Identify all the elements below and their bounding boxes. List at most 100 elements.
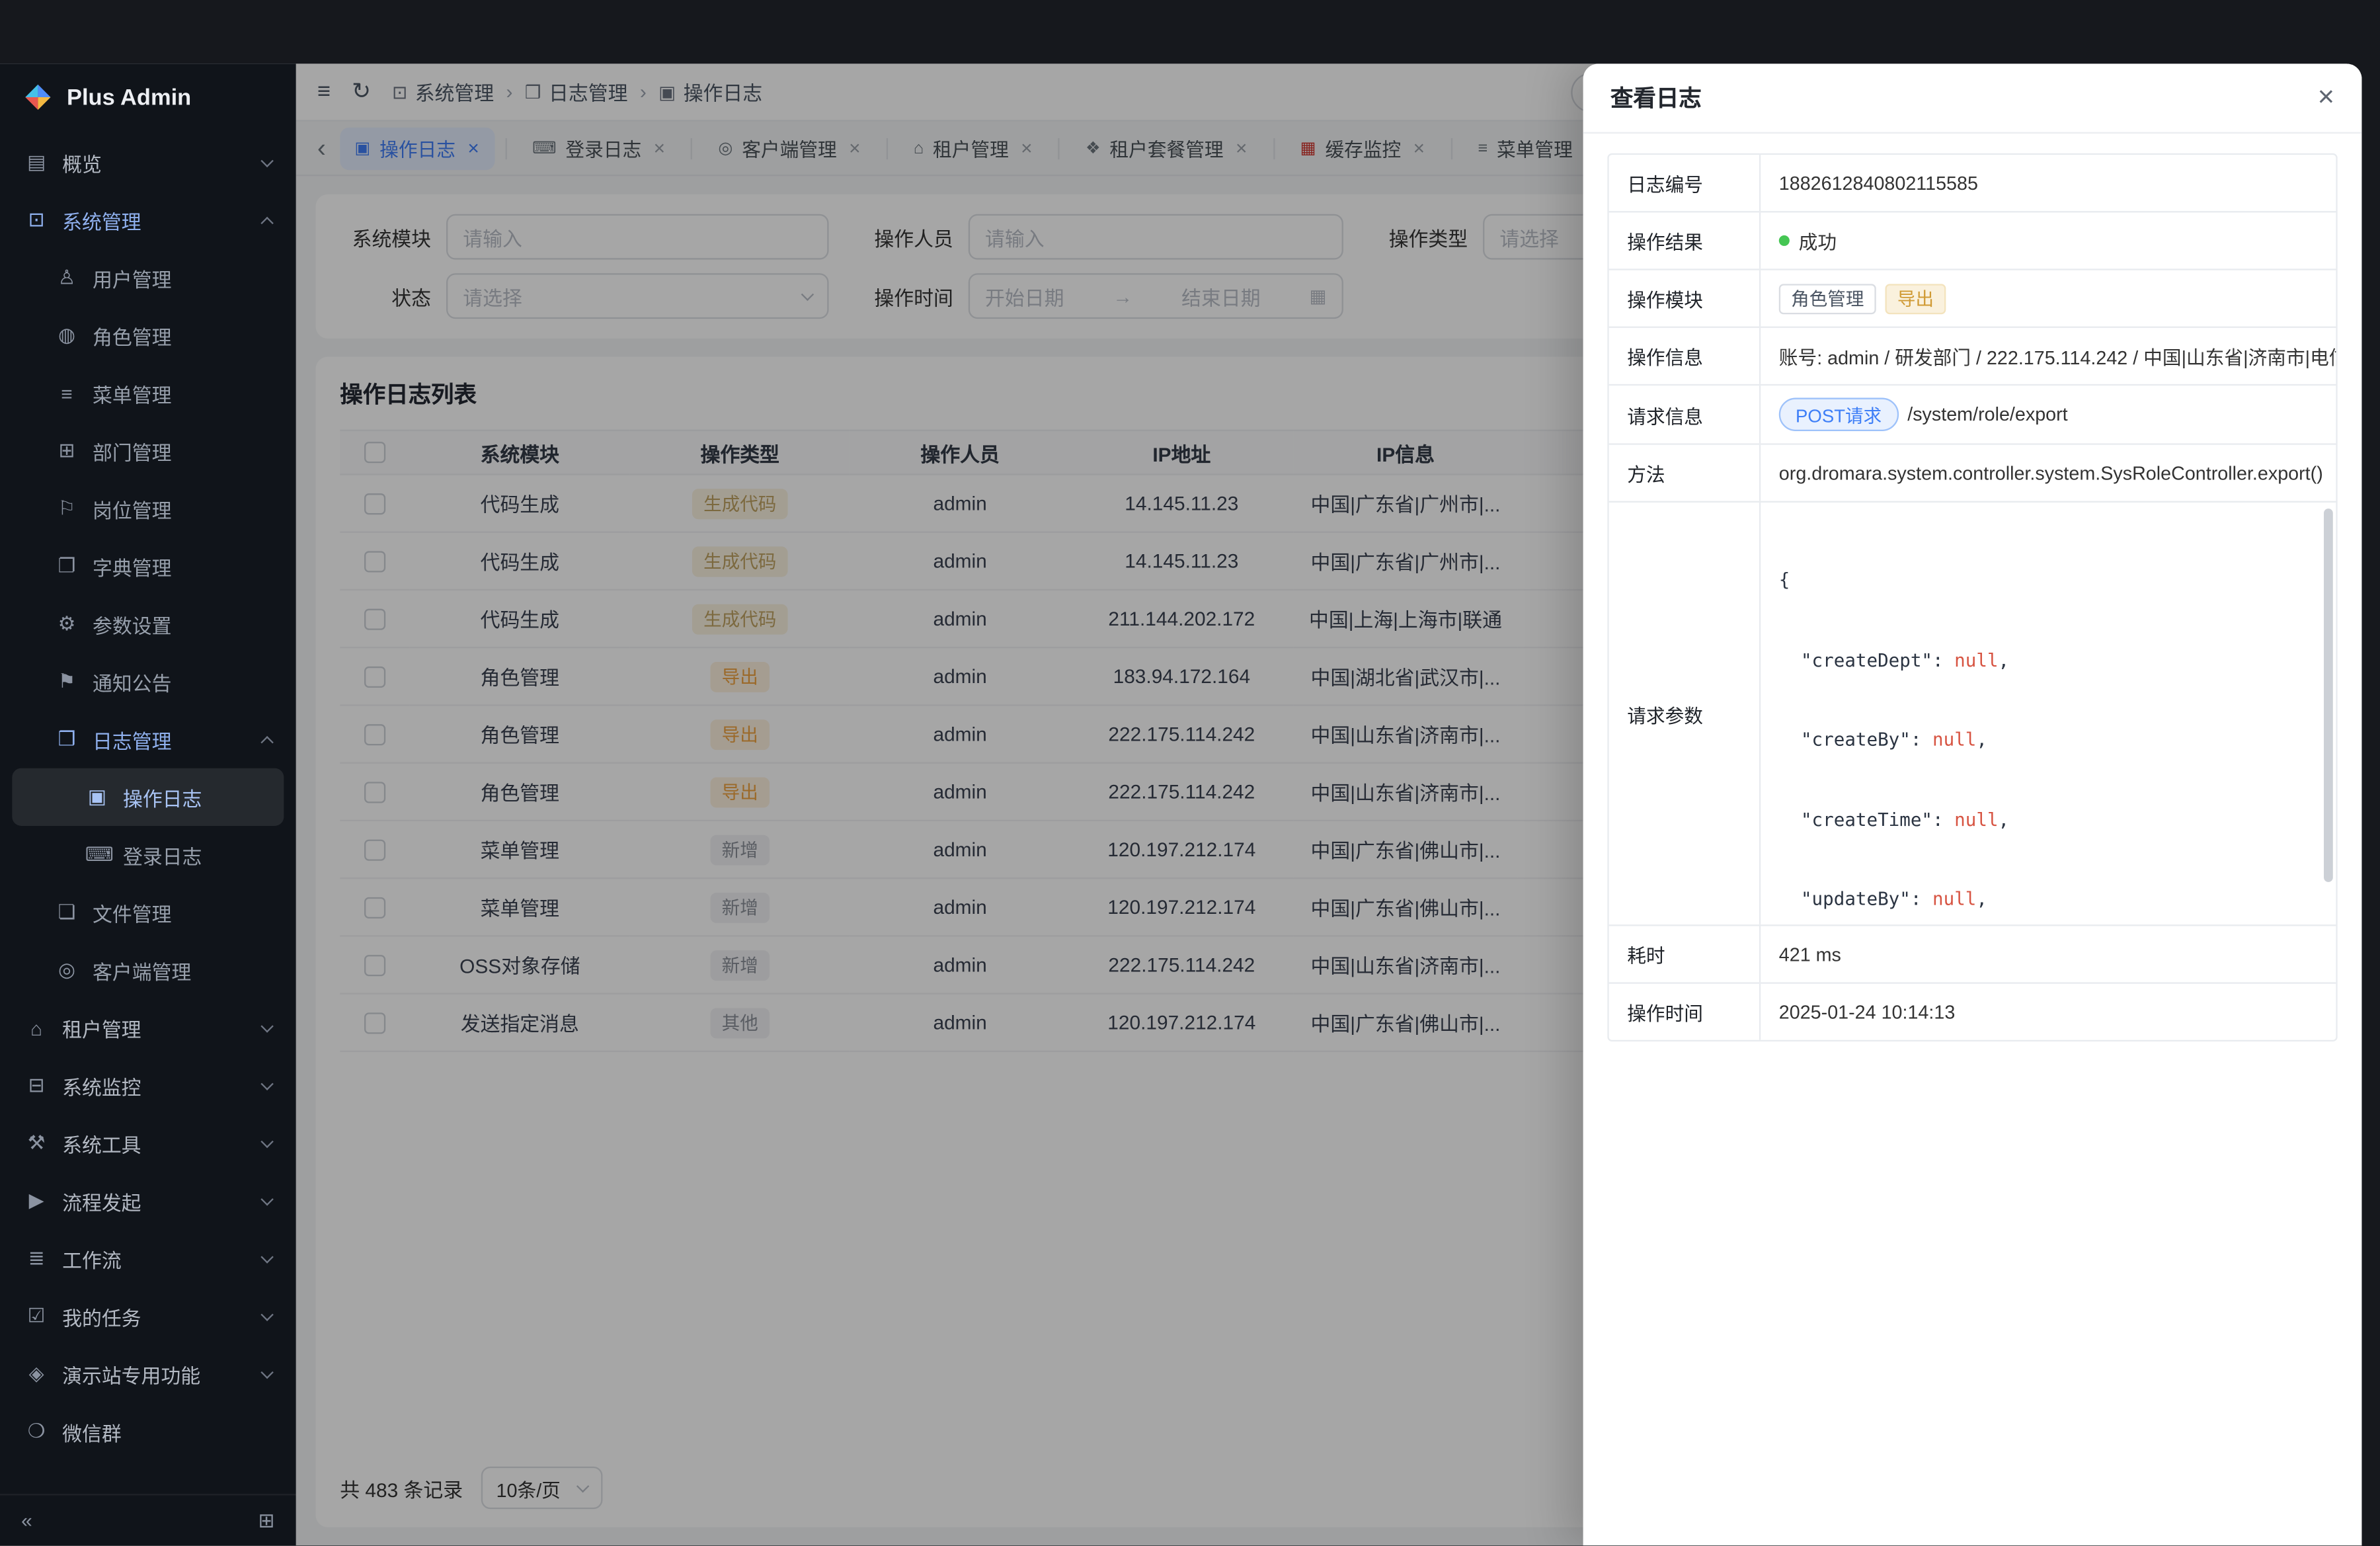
sidebar-item-label: 菜单管理 <box>93 379 171 408</box>
sidebar-item-label: 文件管理 <box>93 898 171 927</box>
log-id-value: 1882612840802115585 <box>1761 155 2336 211</box>
sidebar-item-param-settings[interactable]: ⚙ 参数设置 <box>12 595 284 653</box>
login-log-icon: ⌨ <box>85 842 110 867</box>
operation-info-value: 账号: admin / 研发部门 / 222.175.114.242 / 中国|… <box>1761 328 2336 384</box>
app-window: Plus Admin ▤ 概览 ⊡ 系统管理 ♙ 用户管理 ◍ 角色管理 ≡菜单管理 ⊞… <box>0 63 2361 1545</box>
sidebar-item-dict-management[interactable]: ❐ 字典管理 <box>12 538 284 595</box>
pin-layout-icon[interactable]: ⊞ <box>258 1508 275 1533</box>
sidebar-item-system-management[interactable]: ⊡ 系统管理 <box>12 191 284 249</box>
sidebar-item-label: 概览 <box>62 148 102 177</box>
field-label: 请求参数 <box>1609 503 1761 924</box>
client-icon: ◎ <box>55 958 79 983</box>
role-icon: ◍ <box>55 323 79 348</box>
sidebar-item-label: 操作日志 <box>123 783 202 812</box>
sidebar-item-role-management[interactable]: ◍ 角色管理 <box>12 307 284 364</box>
method-value: org.dromara.system.controller.system.Sys… <box>1761 445 2336 501</box>
sidebar-item-system-tools[interactable]: ⚒系统工具 <box>12 1114 284 1172</box>
operation-time-value: 2025-01-24 10:14:13 <box>1761 984 2336 1040</box>
close-icon[interactable]: × <box>2318 83 2335 112</box>
field-label: 操作时间 <box>1609 984 1761 1040</box>
sidebar-item-wechat-group[interactable]: ❍微信群 <box>12 1403 284 1460</box>
sidebar-item-my-tasks[interactable]: ☑我的任务 <box>12 1287 284 1345</box>
sidebar-item-label: 演示站专用功能 <box>62 1360 200 1389</box>
module-tag: 角色管理 <box>1779 283 1876 313</box>
sidebar-item-tenant-management[interactable]: ⌂ 租户管理 <box>12 999 284 1057</box>
post-method-tag: POST请求 <box>1779 398 1899 432</box>
wechat-icon: ❍ <box>24 1420 49 1444</box>
result-value: 成功 <box>1799 226 1837 255</box>
field-label: 请求信息 <box>1609 386 1761 443</box>
sidebar-item-system-monitor[interactable]: ⊟ 系统监控 <box>12 1057 284 1114</box>
sidebar-item-label: 租户管理 <box>62 1014 141 1043</box>
sidebar-item-client-management[interactable]: ◎ 客户端管理 <box>12 941 284 998</box>
sidebar-footer: « ⊞ <box>0 1494 296 1545</box>
request-params-json[interactable]: { "createDept": null, "createBy": null, … <box>1779 514 2318 913</box>
request-params-cell: { "createDept": null, "createBy": null, … <box>1761 503 2336 924</box>
field-label: 日志编号 <box>1609 155 1761 211</box>
duration-value: 421 ms <box>1761 926 2336 982</box>
sidebar-menu: ▤概览 ⊡系统管理 ♙用户管理 ◍角色管理 ≡菜单管理 ⊞部门管理 ⚐岗位管理 … <box>0 130 296 1494</box>
chevron-down-icon <box>260 1019 273 1032</box>
sidebar-item-log-management[interactable]: ❒日志管理 <box>12 710 284 768</box>
field-label: 操作信息 <box>1609 328 1761 384</box>
drawer-title: 查看日志 <box>1610 82 1702 114</box>
field-label: 操作模块 <box>1609 270 1761 327</box>
drawer-header: 查看日志 × <box>1583 63 2362 134</box>
sidebar-item-overview[interactable]: ▤ 概览 <box>12 134 284 191</box>
sidebar-item-label: 工作流 <box>62 1244 122 1273</box>
log-detail-table: 日志编号 1882612840802115585 操作结果 成功 操作模块 角色… <box>1607 153 2337 1041</box>
sidebar-item-file-management[interactable]: ❏ 文件管理 <box>12 883 284 941</box>
sidebar-item-workflow[interactable]: ≣ 工作流 <box>12 1230 284 1287</box>
sidebar-item-label: 角色管理 <box>93 321 171 350</box>
sidebar-item-label: 岗位管理 <box>93 494 171 523</box>
sidebar-item-label: 我的任务 <box>62 1302 141 1331</box>
chevron-down-icon <box>260 1077 273 1089</box>
sidebar-item-post-management[interactable]: ⚐ 岗位管理 <box>12 480 284 538</box>
notice-icon: ⚑ <box>55 669 79 694</box>
sidebar-item-notice[interactable]: ⚑ 通知公告 <box>12 653 284 710</box>
dict-icon: ❐ <box>55 554 79 579</box>
sidebar-item-label: 客户端管理 <box>93 956 191 985</box>
field-label: 操作结果 <box>1609 212 1761 268</box>
gear-icon: ⚙ <box>55 612 79 636</box>
chevron-up-icon <box>260 735 273 748</box>
app-logo-row[interactable]: Plus Admin <box>0 63 296 130</box>
sidebar-item-operation-log[interactable]: ▣操作日志 <box>12 768 284 826</box>
post-icon: ⚐ <box>55 497 79 521</box>
demo-icon: ◈ <box>24 1362 49 1386</box>
sidebar-item-dept-management[interactable]: ⊞部门管理 <box>12 422 284 479</box>
chevron-down-icon <box>260 153 273 166</box>
chevron-down-icon <box>260 1365 273 1378</box>
export-tag: 导出 <box>1885 283 1946 313</box>
sidebar-item-process-start[interactable]: ▶流程发起 <box>12 1172 284 1229</box>
sidebar-item-label: 参数设置 <box>93 610 171 639</box>
screen: Plus Admin ▤ 概览 ⊡ 系统管理 ♙ 用户管理 ◍ 角色管理 ≡菜单管理 ⊞… <box>0 0 2380 1545</box>
sidebar-item-login-log[interactable]: ⌨登录日志 <box>12 826 284 883</box>
sidebar-item-demo-features[interactable]: ◈ 演示站专用功能 <box>12 1345 284 1403</box>
user-icon: ♙ <box>55 266 79 290</box>
scrollbar-thumb[interactable] <box>2324 509 2333 882</box>
sidebar-item-label: 系统监控 <box>62 1071 141 1100</box>
file-icon: ❏ <box>55 900 79 924</box>
workflow-icon: ≣ <box>24 1246 49 1271</box>
overview-icon: ▤ <box>24 150 49 175</box>
view-log-drawer: 查看日志 × 日志编号 1882612840802115585 操作结果 成功 … <box>1583 63 2362 1545</box>
sidebar-item-label: 通知公告 <box>93 667 171 696</box>
chevron-down-icon <box>260 1250 273 1262</box>
sidebar-item-label: 字典管理 <box>93 552 171 581</box>
monitor-icon: ⊟ <box>24 1073 49 1098</box>
sidebar-item-label: 系统管理 <box>62 206 141 235</box>
log-icon: ❒ <box>55 727 79 752</box>
sidebar-item-menu-management[interactable]: ≡菜单管理 <box>12 364 284 422</box>
chevron-up-icon <box>260 216 273 229</box>
drawer-body: 日志编号 1882612840802115585 操作结果 成功 操作模块 角色… <box>1583 134 2362 1545</box>
collapse-sidebar-icon[interactable]: « <box>21 1509 32 1531</box>
dept-icon: ⊞ <box>55 439 79 464</box>
sidebar-item-label: 流程发起 <box>62 1186 141 1215</box>
sidebar-item-user-management[interactable]: ♙ 用户管理 <box>12 249 284 307</box>
system-icon: ⊡ <box>24 208 49 233</box>
tenant-icon: ⌂ <box>24 1016 49 1039</box>
sidebar-item-label: 用户管理 <box>93 263 171 292</box>
sidebar: Plus Admin ▤ 概览 ⊡ 系统管理 ♙ 用户管理 ◍ 角色管理 ≡菜单管理 ⊞… <box>0 63 296 1545</box>
field-label: 耗时 <box>1609 926 1761 982</box>
